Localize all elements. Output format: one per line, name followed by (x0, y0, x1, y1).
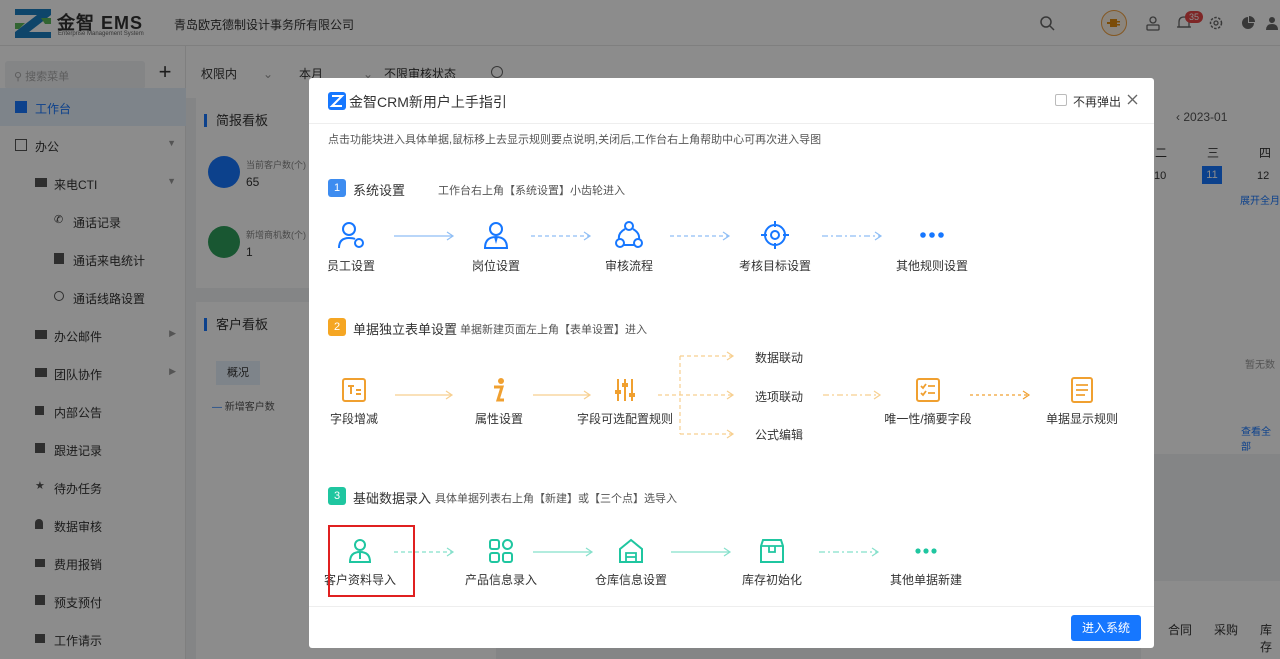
section-number: 3 (328, 487, 346, 505)
node-product-entry[interactable]: 产品信息录入 (451, 538, 551, 588)
branch-formula-edit[interactable]: 公式编辑 (755, 426, 803, 443)
node-label: 其他规则设置 (895, 259, 968, 273)
node-label: 字段增减 (329, 412, 378, 426)
node-label: 产品信息录入 (464, 573, 537, 587)
node-employee-settings[interactable]: 员工设置 (309, 220, 401, 274)
node-unique-summary-field[interactable]: 唯一性/摘要字段 (878, 377, 978, 427)
section-title: 基础数据录入 (353, 491, 432, 506)
section-subtitle: 单据新建页面左上角【表单设置】进入 (460, 324, 647, 336)
section-subtitle: 工作台右上角【系统设置】小齿轮进入 (438, 185, 625, 197)
onboarding-modal: 金智CRM新用户上手指引 不再弹出 点击功能块进入具体单据,鼠标移上去显示规则要… (309, 78, 1154, 648)
warehouse-icon (619, 538, 643, 563)
node-label: 仓库信息设置 (594, 573, 667, 587)
arrow-icon (823, 390, 882, 400)
node-display-rules[interactable]: 单据显示规则 (1032, 377, 1132, 427)
node-label: 审核流程 (604, 259, 653, 273)
modal-footer: 进入系统 (309, 606, 1154, 648)
branch-data-linkage[interactable]: 数据联动 (755, 349, 803, 366)
node-other-documents[interactable]: 其他单据新建 (876, 538, 976, 588)
node-label: 其他单据新建 (889, 573, 962, 587)
target-icon (761, 221, 789, 249)
node-attribute-settings[interactable]: 属性设置 (449, 377, 549, 427)
modal-description: 点击功能块进入具体单据,鼠标移上去显示规则要点说明,关闭后,工作台右上角帮助中心… (328, 134, 822, 146)
node-label: 岗位设置 (471, 259, 520, 273)
checklist-icon (916, 378, 940, 402)
section-number: 1 (328, 179, 346, 197)
enter-system-button[interactable]: 进入系统 (1071, 615, 1141, 641)
node-label: 库存初始化 (741, 573, 802, 587)
no-popup-label[interactable]: 不再弹出 (1073, 93, 1121, 110)
section-title: 单据独立表单设置 (353, 322, 458, 337)
close-icon[interactable] (1127, 94, 1138, 105)
logo-icon (328, 92, 346, 110)
section-title: 系统设置 (353, 183, 406, 198)
node-field-add-remove[interactable]: 字段增减 (309, 377, 404, 427)
sliders-icon (615, 379, 635, 401)
arrow-icon (822, 231, 883, 241)
node-label: 单据显示规则 (1045, 412, 1118, 426)
node-target-settings[interactable]: 考核目标设置 (725, 220, 825, 274)
node-position-settings[interactable]: 岗位设置 (446, 220, 546, 274)
arrow-icon (819, 547, 880, 557)
modal-header: 金智CRM新用户上手指引 不再弹出 (309, 78, 1154, 124)
field-list-icon (342, 378, 366, 402)
highlight-box (328, 525, 415, 597)
more-dots-icon (915, 548, 937, 554)
node-label: 属性设置 (474, 412, 523, 426)
arrow-icon (970, 390, 1031, 400)
workflow-icon (615, 221, 643, 248)
box-icon (760, 539, 784, 563)
node-label: 员工设置 (326, 259, 375, 273)
node-label: 考核目标设置 (738, 259, 811, 273)
no-popup-checkbox[interactable] (1055, 94, 1067, 106)
node-audit-flow[interactable]: 审核流程 (579, 220, 679, 274)
employee-gear-icon (338, 222, 364, 249)
node-warehouse-settings[interactable]: 仓库信息设置 (581, 538, 681, 588)
node-other-rules[interactable]: 其他规则设置 (882, 220, 982, 274)
modal-title: 金智CRM新用户上手指引 (349, 94, 507, 110)
section-subtitle: 具体单据列表右上角【新建】或【三个点】选导入 (435, 493, 677, 505)
grid-apps-icon (489, 539, 513, 563)
position-user-icon (483, 222, 509, 249)
info-italic-icon (494, 378, 505, 402)
document-icon (1071, 377, 1093, 403)
branch-option-linkage[interactable]: 选项联动 (755, 388, 803, 405)
more-dots-icon (920, 232, 944, 238)
section-number: 2 (328, 318, 346, 336)
branch-connector (658, 351, 735, 439)
node-inventory-init[interactable]: 库存初始化 (722, 538, 822, 588)
arrow-icon (395, 390, 454, 400)
node-label: 唯一性/摘要字段 (884, 412, 972, 426)
arrow-icon (670, 231, 731, 241)
